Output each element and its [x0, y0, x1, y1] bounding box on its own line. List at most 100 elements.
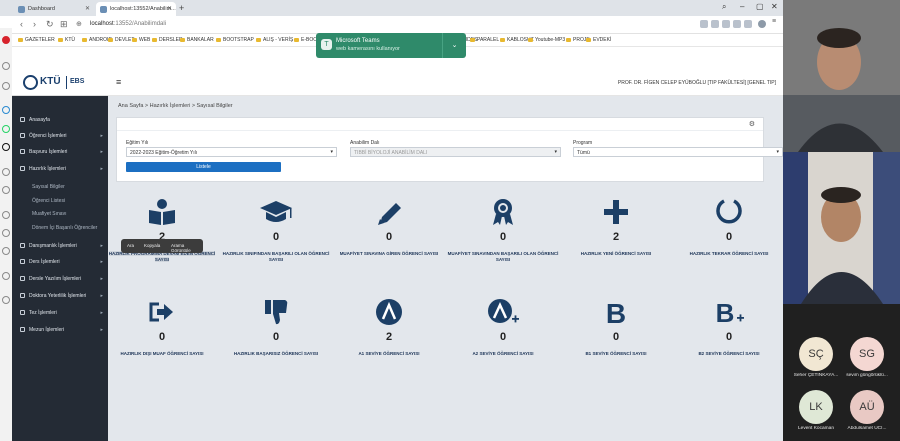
- profile-avatar-icon[interactable]: [758, 20, 766, 28]
- search-tabs-icon[interactable]: ⌕: [722, 2, 726, 12]
- stat-label: HAZIRLIK BAŞARISIZ ÖĞRENCİ SAYISI: [233, 351, 319, 356]
- sidebar-item[interactable]: Tez İşlemleri ▸: [20, 310, 106, 320]
- stat-label: HAZIRLIK SINIFINDAN BAŞARILI OLAN ÖĞRENC…: [222, 251, 330, 262]
- extension-icon[interactable]: [700, 20, 708, 28]
- instagram-icon[interactable]: [2, 143, 10, 151]
- participant-avatar[interactable]: SG: [850, 337, 884, 371]
- circle-notch-icon: [673, 198, 783, 226]
- cube-icon[interactable]: [2, 247, 10, 255]
- user-info[interactable]: PROF. DR. FİGEN CELEP EYÜBOĞLU [TIP FAKÜ…: [618, 80, 776, 86]
- filter-panel: ⚙ Eğitim Yılı 2022-2023 Eğitim-Öğretim Y…: [116, 117, 783, 182]
- bookmark-item[interactable]: Youtube-MP3: [528, 37, 565, 43]
- chevron-down-icon[interactable]: ⌄: [442, 33, 466, 58]
- bookmark-item[interactable]: WEB: [132, 37, 150, 43]
- participant-video-2[interactable]: [783, 152, 900, 304]
- url-input[interactable]: localhost:13552/Anabilimdali: [90, 21, 166, 27]
- sidebar-item[interactable]: Hazırlık İşlemleri ▸: [20, 166, 106, 176]
- heart-icon[interactable]: [733, 20, 741, 28]
- sidebar-subitem[interactable]: Muafiyet Sınavı: [32, 211, 66, 217]
- sidebar-subitem[interactable]: Öğrenci Listesi: [32, 198, 65, 204]
- close-window-icon[interactable]: ✕: [771, 2, 778, 11]
- bookmark-item[interactable]: BOOTSTRAP: [216, 37, 254, 43]
- messenger-app-icon[interactable]: [2, 106, 10, 114]
- extension-icon[interactable]: [722, 20, 730, 28]
- bookmark-item[interactable]: DEVLET: [108, 37, 134, 43]
- tab-localhost[interactable]: localhost:13552/Anabilim... ✕: [96, 2, 176, 16]
- sidebar-item[interactable]: Anasayfa: [20, 117, 106, 127]
- tooltip-ara[interactable]: Ara: [127, 243, 134, 248]
- home-icon[interactable]: [2, 62, 10, 70]
- participant-avatar[interactable]: AÜ: [850, 390, 884, 424]
- stat-value: 0: [158, 331, 166, 343]
- download-icon[interactable]: [744, 20, 752, 28]
- sidebar-item[interactable]: Başvuru İşlemleri ▸: [20, 149, 106, 159]
- egitim-yili-select[interactable]: 2022-2023 Eğitim-Öğretim Yılı ▾: [126, 147, 337, 157]
- workspace-icon[interactable]: [2, 168, 10, 176]
- player-icon[interactable]: [2, 186, 10, 194]
- sidebar-item[interactable]: Danışmanlık İşlemleri ▸: [20, 243, 106, 253]
- minimize-icon[interactable]: –: [740, 2, 744, 11]
- site-info-icon[interactable]: ⊕: [76, 20, 82, 28]
- bookmark-item[interactable]: EVDEKİ: [586, 37, 611, 43]
- chevron-icon: ▸: [100, 276, 103, 282]
- sidebar-item[interactable]: Doktora Yeterlilik İşlemleri ▸: [20, 293, 106, 303]
- sidebar-item-label: Başvuru İşlemleri: [29, 149, 68, 155]
- new-tab-icon[interactable]: +: [179, 3, 184, 13]
- sidebar-item[interactable]: Ders İşlemleri ▸: [20, 259, 106, 269]
- bulb-icon[interactable]: [2, 296, 10, 304]
- level-b2-icon: B: [673, 298, 783, 326]
- whatsapp-icon[interactable]: [2, 125, 10, 133]
- menu-item-icon: [20, 293, 25, 298]
- teams-notification[interactable]: T Microsoft Teams web kamerasını kullanı…: [316, 33, 466, 58]
- participant-avatar[interactable]: SÇ: [799, 337, 833, 371]
- tab-dashboard[interactable]: Dashboard ✕: [14, 2, 94, 16]
- sidebar-item[interactable]: Dersle Yazılım İşlemleri ▸: [20, 276, 106, 286]
- stat-label: MUAFİYET SINAVINDAN BAŞARILI OLAN ÖĞRENC…: [447, 251, 559, 262]
- bookmark-item[interactable]: DERSLER: [152, 37, 183, 43]
- history-icon[interactable]: [2, 229, 10, 237]
- maximize-icon[interactable]: ▢: [756, 2, 764, 11]
- settings-icon[interactable]: [2, 272, 10, 280]
- sidebar-item[interactable]: Öğrenci İşlemleri ▸: [20, 133, 106, 143]
- opera-logo-icon[interactable]: [2, 36, 10, 44]
- reload-icon[interactable]: ↻: [46, 19, 54, 30]
- sidebar-subitem[interactable]: Dönem İçi Başarılı Öğrenciler: [32, 225, 97, 231]
- close-tab-icon[interactable]: ✕: [167, 5, 172, 12]
- extension-icon[interactable]: [711, 20, 719, 28]
- bookmark-item[interactable]: PARALEL: [470, 37, 499, 43]
- heart-icon[interactable]: [2, 211, 10, 219]
- menu-item-icon: [20, 166, 25, 171]
- program-select[interactable]: Tümü ▾: [573, 147, 783, 157]
- program-label: Program: [573, 140, 593, 146]
- close-tab-icon[interactable]: ✕: [85, 5, 90, 12]
- chevron-down-icon: ▾: [330, 149, 333, 155]
- chevron-down-icon: ▾: [554, 149, 557, 155]
- sidebar-item[interactable]: Mezun İşlemleri ▸: [20, 327, 106, 337]
- participant-video-1[interactable]: [783, 0, 900, 152]
- ktu-ebs-logo[interactable]: KTÜ EBS: [12, 68, 108, 96]
- menu-item-icon: [20, 117, 25, 122]
- bookmark-item[interactable]: BANKALAR: [180, 37, 214, 43]
- sidebar-item-label: Dersle Yazılım İşlemleri: [29, 276, 82, 282]
- sidebar-subitem[interactable]: Sayısal Bilgiler: [32, 184, 65, 190]
- participant-video-image: [783, 0, 900, 152]
- bookmark-item[interactable]: ALIŞ - VERİŞ: [256, 37, 293, 43]
- bookmark-item[interactable]: GAZETELER: [18, 37, 55, 43]
- back-icon[interactable]: ‹: [20, 19, 23, 29]
- tab-grid-icon[interactable]: ⊞: [60, 19, 68, 30]
- stat-card: 0 HAZIRLIK BAŞARISIZ ÖĞRENCİ SAYISI: [220, 298, 332, 357]
- plus-icon: [560, 198, 672, 226]
- egitim-yili-label: Eğitim Yılı: [126, 140, 149, 146]
- forward-icon[interactable]: ›: [33, 19, 36, 29]
- listele-button[interactable]: Listele: [126, 162, 281, 172]
- messenger-icon[interactable]: [2, 82, 10, 90]
- tooltip-kopyala[interactable]: Kopyala: [144, 243, 160, 248]
- stat-value: 2: [612, 231, 620, 243]
- settings-icon[interactable]: ⚙: [749, 120, 755, 128]
- participant-avatar[interactable]: LK: [799, 390, 833, 424]
- participant-name: sevim güngörüklü...: [846, 373, 888, 378]
- bookmark-item[interactable]: KTÜ: [58, 37, 75, 43]
- tooltip-arama-goruntule[interactable]: Arama Görüntüle: [171, 243, 203, 253]
- hamburger-menu-icon[interactable]: ≡: [116, 77, 121, 87]
- menu-icon[interactable]: ≡: [772, 18, 780, 26]
